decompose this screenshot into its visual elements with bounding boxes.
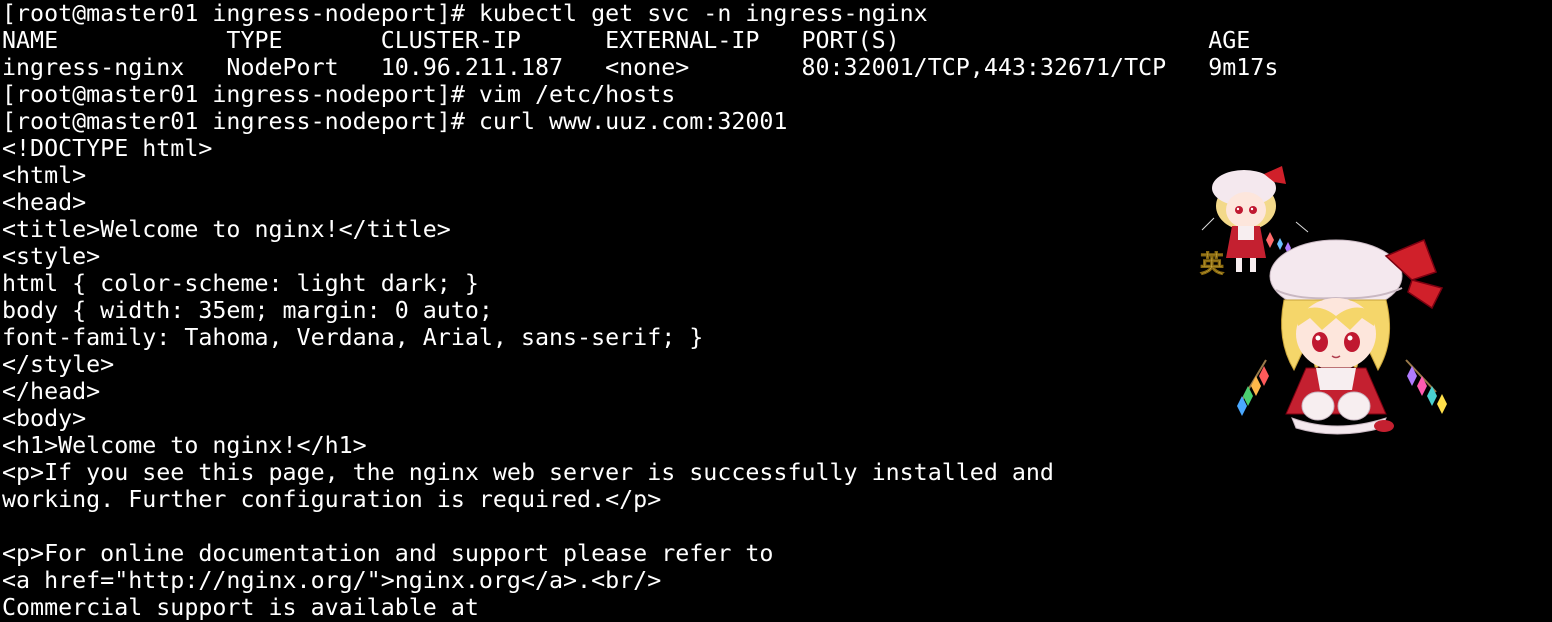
terminal-line-output: <style> xyxy=(2,243,101,270)
terminal-line-svc-row: ingress-nginx NodePort 10.96.211.187 <no… xyxy=(2,54,1279,81)
terminal-line-output: <a href="http://nginx.org/">nginx.org</a… xyxy=(2,567,662,594)
terminal-line-output: html { color-scheme: light dark; } xyxy=(2,270,479,297)
terminal-line-output: <title>Welcome to nginx!</title> xyxy=(2,216,451,243)
terminal-line-prompt-kubectl: [root@master01 ingress-nodeport]# kubect… xyxy=(2,0,928,27)
terminal-line-output: </style> xyxy=(2,351,115,378)
terminal-line-output: font-family: Tahoma, Verdana, Arial, san… xyxy=(2,324,704,351)
terminal-line-output: Commercial support is available at xyxy=(2,594,479,621)
terminal-line-output: <h1>Welcome to nginx!</h1> xyxy=(2,432,367,459)
terminal-line-prompt-curl: [root@master01 ingress-nodeport]# curl w… xyxy=(2,108,788,135)
terminal-line-output: <head> xyxy=(2,189,87,216)
terminal-line-output: <body> xyxy=(2,405,87,432)
terminal-line-svc-header: NAME TYPE CLUSTER-IP EXTERNAL-IP PORT(S)… xyxy=(2,27,1251,54)
terminal-line-output: </head> xyxy=(2,378,101,405)
terminal-line-output: <html> xyxy=(2,162,87,189)
terminal-line-output xyxy=(2,513,1552,540)
terminal-line-output: working. Further configuration is requir… xyxy=(2,486,662,513)
terminal-window[interactable]: [root@master01 ingress-nodeport]# kubect… xyxy=(0,0,1552,622)
terminal-line-prompt-vim: [root@master01 ingress-nodeport]# vim /e… xyxy=(2,81,676,108)
terminal-line-output: <!DOCTYPE html> xyxy=(2,135,213,162)
terminal-line-output: body { width: 35em; margin: 0 auto; xyxy=(2,297,493,324)
terminal-line-output: <p>For online documentation and support … xyxy=(2,540,774,567)
terminal-line-output: <p>If you see this page, the nginx web s… xyxy=(2,459,1054,486)
